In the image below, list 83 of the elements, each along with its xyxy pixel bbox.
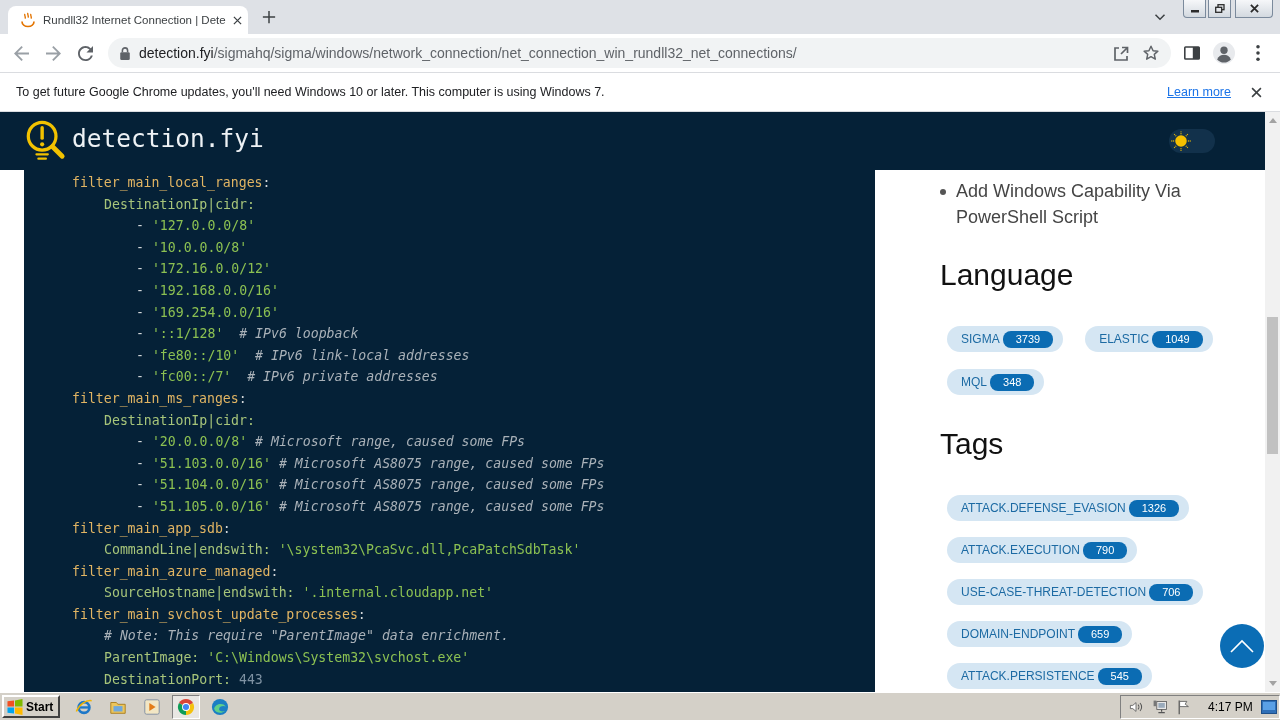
- taskbar-app-button[interactable]: [172, 694, 201, 719]
- tag-chip[interactable]: USE-CASE-THREAT-DETECTION 706: [947, 579, 1204, 605]
- count-badge: 659: [1078, 625, 1123, 643]
- update-message: To get future Google Chrome updates, you'll need Windows 10 or later. This computer is using Windows 7.: [16, 85, 605, 99]
- language-chip[interactable]: ELASTIC 1049: [1085, 326, 1213, 352]
- minimize-button[interactable]: [1183, 0, 1206, 18]
- restore-icon: [1214, 4, 1225, 13]
- code-line: - '192.168.0.0/16': [136, 281, 279, 300]
- back-arrow-icon: [14, 45, 30, 61]
- tag-chip[interactable]: ATTACK.EXECUTION 790: [947, 537, 1138, 563]
- logo-text[interactable]: detection.fyi: [72, 123, 264, 153]
- count-badge: 1326: [1128, 499, 1180, 517]
- show-desktop-icon[interactable]: [1260, 699, 1277, 714]
- code-line: - 'fc00::/7' # IPv6 private addresses: [136, 368, 438, 387]
- code-line: DestinationPort: 443: [104, 670, 263, 689]
- code-line: filter_main_ms_ranges:: [72, 389, 247, 409]
- address-bar[interactable]: detection.fyi/sigmahq/sigma/windows/network_connection/net_connection_win_rundll32_net_connections/: [107, 38, 1172, 68]
- start-flag-icon: [7, 698, 23, 715]
- plus-icon: [262, 10, 276, 24]
- url-text: detection.fyi/sigmahq/sigma/windows/network_connection/net_connection_win_rundll32_net_connections/: [138, 45, 797, 61]
- close-icon: [1250, 86, 1262, 98]
- section-heading: Language: [940, 257, 1074, 293]
- flag-icon[interactable]: [1176, 698, 1192, 715]
- code-line: - '127.0.0.0/8': [136, 217, 256, 236]
- media-player-icon: [143, 697, 162, 716]
- count-badge: 790: [1082, 541, 1128, 559]
- hot-springs-icon: [20, 12, 36, 28]
- list-item-text: Add Windows Capability Via PowerShell Script: [956, 180, 1182, 229]
- menu-icon: [1256, 45, 1261, 61]
- forward-arrow-icon: [46, 45, 62, 61]
- browser-icon: [211, 697, 230, 716]
- avatar-icon: [1213, 42, 1236, 64]
- bullet-icon: [940, 189, 946, 195]
- network-icon[interactable]: [1152, 698, 1168, 715]
- language-chip[interactable]: MQL 348: [947, 369, 1045, 395]
- restore-button[interactable]: [1208, 0, 1231, 18]
- browser-icon: [177, 697, 196, 716]
- code-line: SourceHostname|endswith: '.internal.cloudapp.net': [104, 584, 494, 603]
- section-heading: Tags: [940, 426, 1004, 462]
- language-chip[interactable]: SIGMA 3739: [947, 326, 1064, 352]
- scrollbar-thumb[interactable]: [1267, 317, 1278, 454]
- tag-chip[interactable]: ATTACK.PERSISTENCE 545: [947, 663, 1152, 689]
- count-badge: 706: [1149, 583, 1194, 601]
- code-line: filter_main_local_ranges:: [72, 174, 271, 193]
- code-line: - 'fe80::/10' # IPv6 link-local addresses: [136, 346, 470, 365]
- code-line: DestinationIp|cidr:: [104, 195, 255, 215]
- star-icon: [1143, 45, 1160, 61]
- code-line: DestinationIp|cidr:: [104, 411, 255, 431]
- learn-more-link[interactable]: Learn more: [1167, 85, 1231, 99]
- code-line: filter_main_svchost_update_processes:: [72, 605, 366, 625]
- code-line: CommandLine|endswith: '\system32\PcaSvc.dll,PcaPatchSdbTask': [104, 541, 581, 560]
- count-badge: 545: [1097, 667, 1142, 685]
- theme-toggle[interactable]: [1169, 129, 1215, 153]
- close-icon: [1249, 4, 1259, 13]
- code-line: ParentImage: 'C:\Windows\System32\svchost.exe': [104, 649, 470, 668]
- browser-tab[interactable]: Rundll32 Internet Connection | Dete: [8, 6, 248, 34]
- scroll-to-top-button[interactable]: [1220, 624, 1264, 668]
- side-panel-icon: [1184, 46, 1201, 60]
- close-icon: [232, 15, 242, 25]
- tag-chip[interactable]: DOMAIN-ENDPOINT 659: [947, 621, 1133, 647]
- code-line: - '172.16.0.0/12': [136, 260, 271, 279]
- lock-icon: [118, 46, 131, 60]
- reload-icon: [78, 45, 94, 61]
- count-badge: 1049: [1152, 330, 1203, 348]
- code-line: - '51.104.0.0/16' # Microsoft AS8075 range, caused some FPs: [136, 476, 605, 495]
- close-window-button[interactable]: [1235, 0, 1273, 18]
- share-icon: [1113, 45, 1129, 61]
- count-badge: 348: [990, 373, 1035, 391]
- tag-chip[interactable]: ATTACK.DEFENSE_EVASION 1326: [947, 495, 1190, 521]
- code-line: - '169.254.0.0/16': [136, 303, 279, 322]
- count-badge: 3739: [1002, 330, 1054, 348]
- code-line: # Note: This require "ParentImage" data enrichment.: [104, 627, 509, 646]
- code-line: - '51.105.0.0/16' # Microsoft AS8075 range, caused some FPs: [136, 497, 605, 516]
- code-line: - '51.103.0.0/16' # Microsoft AS8075 range, caused some FPs: [136, 454, 605, 473]
- browser-icon: [75, 697, 94, 716]
- code-line: filter_main_azure_managed:: [72, 562, 279, 582]
- code-line: - '::1/128' # IPv6 loopback: [136, 325, 359, 344]
- code-line: - '20.0.0.0/8' # Microsoft range, caused some FPs: [136, 433, 526, 452]
- code-line: filter_main_app_sdb:: [72, 519, 231, 539]
- code-line: - '10.0.0.0/8': [136, 238, 248, 257]
- start-button[interactable]: Start: [2, 695, 61, 718]
- chevron-up-icon: [1230, 639, 1254, 653]
- clock-text[interactable]: 4:17 PM: [1208, 699, 1253, 714]
